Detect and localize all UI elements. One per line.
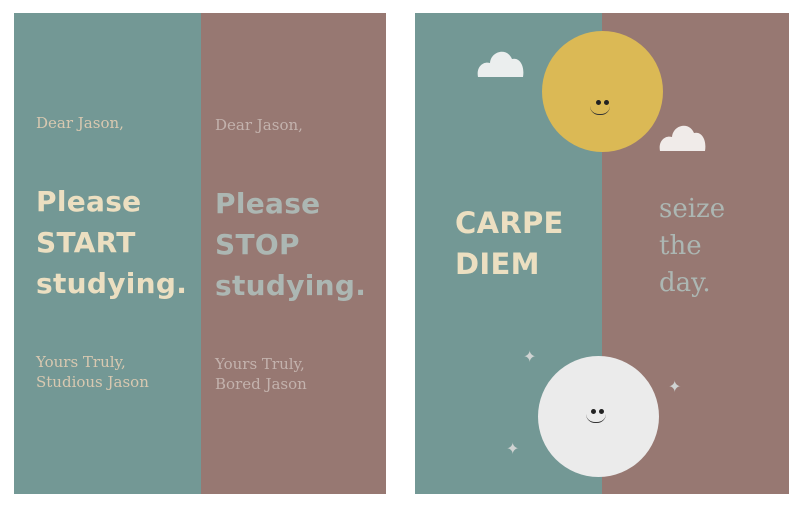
- message-right-line3: studying.: [215, 269, 367, 302]
- message-left-line1: Please: [36, 185, 142, 218]
- carpe-diem-text: CARPE DIEM: [455, 203, 564, 285]
- seize-line3: day.: [659, 268, 711, 298]
- signature-left: Yours Truly, Studious Jason: [36, 352, 149, 392]
- message-right-line1: Please: [215, 187, 321, 220]
- sun-right-eye: [604, 100, 609, 105]
- signature-right-line1: Yours Truly,: [215, 355, 305, 373]
- greeting-right: Dear Jason,: [215, 116, 303, 134]
- message-right-line2: STOP: [215, 228, 300, 261]
- message-right: Please STOP studying.: [215, 183, 366, 306]
- cloud-icon: [659, 125, 706, 151]
- signature-right: Yours Truly, Bored Jason: [215, 354, 307, 394]
- signature-left-line1: Yours Truly,: [36, 353, 126, 371]
- sparkle-icon: ✦: [506, 439, 520, 458]
- sun-face-icon: [542, 31, 663, 152]
- signature-left-line2: Studious Jason: [36, 373, 149, 391]
- message-left: Please START studying.: [36, 181, 187, 304]
- sun-left-eye: [596, 100, 601, 105]
- sparkle-icon: ✦: [668, 377, 682, 396]
- sun-smile: [590, 106, 610, 115]
- greeting-left: Dear Jason,: [36, 114, 124, 132]
- signature-right-line2: Bored Jason: [215, 375, 307, 393]
- poster-start-stop: Dear Jason, Please START studying. Yours…: [14, 13, 386, 494]
- message-left-line3: studying.: [36, 267, 188, 300]
- seize-the-day-text: seize the day.: [659, 191, 725, 302]
- carpe-line2: DIEM: [455, 247, 540, 281]
- cloud-icon: [477, 51, 524, 77]
- seize-line2: the: [659, 231, 702, 261]
- poster-carpe-diem: CARPE DIEM seize the day. ✦ ✦ ✦: [415, 13, 789, 494]
- message-left-line2: START: [36, 226, 136, 259]
- carpe-line1: CARPE: [455, 206, 564, 240]
- moon-smile: [586, 414, 606, 423]
- moon-face-icon: [538, 356, 659, 477]
- sparkle-icon: ✦: [523, 347, 537, 366]
- seize-line1: seize: [659, 194, 726, 224]
